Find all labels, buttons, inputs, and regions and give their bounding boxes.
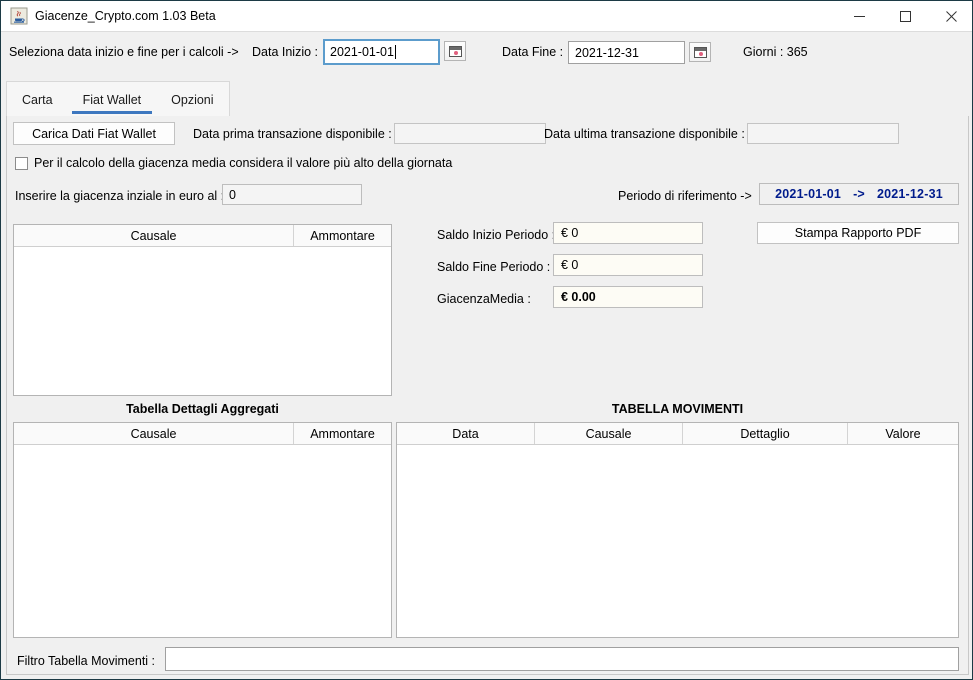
instruction-label: Seleziona data inizio e fine per i calco… bbox=[9, 45, 239, 59]
date-range-toolbar: Seleziona data inizio e fine per i calco… bbox=[2, 32, 972, 76]
tab-opzioni-label: Opzioni bbox=[171, 92, 214, 107]
title-bar: Giacenze_Crypto.com 1.03 Beta bbox=[1, 1, 972, 32]
data-inizio-input[interactable]: 2021-01-01 bbox=[323, 39, 440, 65]
aggregated-details-table[interactable]: Causale Ammontare bbox=[13, 422, 392, 638]
fiat-wallet-panel: Carica Dati Fiat Wallet Data prima trans… bbox=[6, 116, 969, 675]
data-fine-calendar-button[interactable] bbox=[689, 42, 711, 62]
period-to: 2021-12-31 bbox=[876, 187, 943, 201]
top-left-table-body bbox=[14, 247, 391, 395]
data-inizio-value: 2021-01-01 bbox=[330, 45, 394, 59]
movements-filter-input[interactable] bbox=[165, 647, 959, 671]
close-button[interactable] bbox=[928, 1, 972, 31]
tab-strip: Carta Fiat Wallet Opzioni bbox=[6, 81, 969, 117]
movements-table-body bbox=[397, 445, 958, 637]
application-window: Giacenze_Crypto.com 1.03 Beta Seleziona … bbox=[0, 0, 973, 680]
minimize-button[interactable] bbox=[836, 1, 882, 31]
data-inizio-calendar-button[interactable] bbox=[444, 41, 466, 61]
initial-balance-input[interactable]: 0 bbox=[222, 184, 362, 205]
data-fine-value: 2021-12-31 bbox=[575, 45, 639, 60]
tab-fiat-wallet[interactable]: Fiat Wallet bbox=[68, 82, 157, 117]
tab-carta[interactable]: Carta bbox=[7, 82, 68, 117]
saldo-fine-value: € 0 bbox=[553, 254, 703, 276]
movements-table-title: TABELLA MOVIMENTI bbox=[611, 402, 744, 416]
movements-header-data[interactable]: Data bbox=[397, 423, 535, 444]
tab-fiat-wallet-label: Fiat Wallet bbox=[82, 92, 142, 107]
top-left-table-header: Causale Ammontare bbox=[14, 225, 391, 247]
window-title: Giacenze_Crypto.com 1.03 Beta bbox=[35, 9, 216, 23]
calendar-icon bbox=[448, 45, 462, 57]
top-left-header-ammontare[interactable]: Ammontare bbox=[294, 225, 391, 246]
giacenza-media-value: € 0.00 bbox=[553, 286, 703, 308]
saldo-inizio-label: Saldo Inizio Periodo : bbox=[437, 228, 556, 242]
giacenza-media-label: GiacenzaMedia : bbox=[437, 292, 531, 306]
aggregated-header-ammontare[interactable]: Ammontare bbox=[294, 423, 391, 444]
aggregated-details-title: Tabella Dettagli Aggregati bbox=[126, 402, 279, 416]
movements-table-header: Data Causale Dettaglio Valore bbox=[397, 423, 958, 445]
saldo-fine-label: Saldo Fine Periodo : bbox=[437, 260, 551, 274]
last-transaction-value bbox=[747, 123, 899, 144]
first-transaction-value bbox=[394, 123, 546, 144]
print-pdf-report-button[interactable]: Stampa Rapporto PDF bbox=[757, 222, 959, 244]
highest-value-checkbox-row[interactable]: Per il calcolo della giacenza media cons… bbox=[15, 156, 452, 170]
movements-table[interactable]: Data Causale Dettaglio Valore bbox=[396, 422, 959, 638]
tab-list: Carta Fiat Wallet Opzioni bbox=[6, 81, 230, 117]
tab-opzioni[interactable]: Opzioni bbox=[156, 82, 228, 117]
maximize-button[interactable] bbox=[882, 1, 928, 31]
top-left-header-causale[interactable]: Causale bbox=[14, 225, 294, 246]
first-transaction-label: Data prima transazione disponibile : bbox=[193, 127, 392, 141]
movements-header-dettaglio[interactable]: Dettaglio bbox=[683, 423, 848, 444]
period-from: 2021-01-01 bbox=[775, 187, 842, 201]
saldo-inizio-value: € 0 bbox=[553, 222, 703, 244]
top-left-table[interactable]: Causale Ammontare bbox=[13, 224, 392, 396]
aggregated-table-body bbox=[14, 445, 391, 637]
data-fine-label: Data Fine : bbox=[502, 45, 564, 59]
period-reference-box: 2021-01-01 -> 2021-12-31 bbox=[759, 183, 959, 205]
text-caret bbox=[394, 45, 396, 59]
movements-filter-label: Filtro Tabella Movimenti : bbox=[17, 654, 156, 668]
last-transaction-label: Data ultima transazione disponibile : bbox=[544, 127, 745, 141]
tab-carta-label: Carta bbox=[22, 92, 53, 107]
data-inizio-label: Data Inizio : bbox=[252, 45, 319, 59]
aggregated-table-header: Causale Ammontare bbox=[14, 423, 391, 445]
highest-value-checkbox-label: Per il calcolo della giacenza media cons… bbox=[34, 156, 453, 170]
movements-header-causale[interactable]: Causale bbox=[535, 423, 683, 444]
period-arrow: -> bbox=[853, 187, 865, 201]
load-fiat-wallet-button[interactable]: Carica Dati Fiat Wallet bbox=[13, 122, 175, 145]
initial-balance-label: Inserire la giacenza inziale in euro al … bbox=[15, 189, 225, 203]
period-reference-label: Periodo di riferimento -> bbox=[618, 189, 752, 203]
data-fine-input[interactable]: 2021-12-31 bbox=[568, 41, 685, 64]
highest-value-checkbox[interactable] bbox=[15, 156, 28, 170]
window-controls bbox=[836, 1, 972, 31]
giorni-label: Giorni : 365 bbox=[743, 45, 808, 59]
java-coffee-cup-icon bbox=[10, 7, 28, 25]
aggregated-header-causale[interactable]: Causale bbox=[14, 423, 294, 444]
calendar-icon bbox=[693, 46, 707, 58]
movements-header-valore[interactable]: Valore bbox=[848, 423, 958, 444]
